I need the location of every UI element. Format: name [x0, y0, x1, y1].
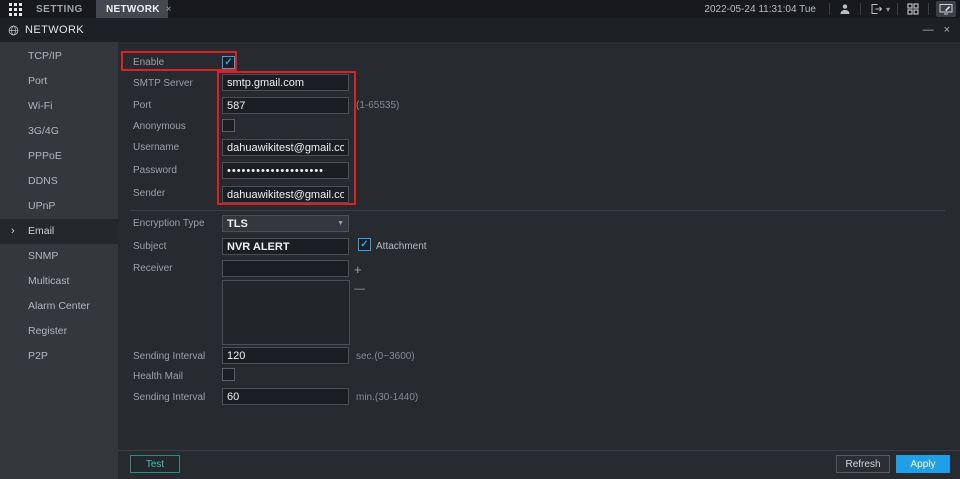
- setting-tab[interactable]: SETTING: [36, 4, 83, 15]
- datetime: 2022-05-24 11:31:04 Tue: [704, 3, 816, 15]
- sidebar-item-email[interactable]: › Email: [0, 219, 118, 244]
- password-input[interactable]: [222, 162, 349, 179]
- sidebar-item-upnp[interactable]: UPnP: [0, 194, 118, 219]
- enable-label: Enable: [133, 57, 165, 68]
- sidebar: TCP/IP Port Wi-Fi 3G/4G PPPoE DDNS UPnP …: [0, 42, 118, 479]
- divider: [897, 3, 898, 15]
- chevron-down-icon: ▼: [337, 220, 344, 227]
- subject-label: Subject: [133, 241, 167, 252]
- test-button[interactable]: Test: [130, 455, 180, 473]
- sidebar-item-pppoe[interactable]: PPPoE: [0, 144, 118, 169]
- check-icon: ✓: [224, 56, 233, 68]
- port-label: Port: [133, 100, 152, 111]
- divider: [928, 3, 929, 15]
- sending-interval-min-hint: min.(30-1440): [356, 392, 419, 403]
- minimize-icon[interactable]: —: [923, 24, 934, 36]
- sending-interval-sec-hint: sec.(0~3600): [356, 351, 415, 362]
- close-icon[interactable]: ×: [944, 24, 950, 36]
- anonymous-label: Anonymous: [133, 121, 186, 132]
- sending-interval-min-input[interactable]: [222, 388, 349, 405]
- add-receiver-button[interactable]: +: [354, 263, 362, 276]
- subject-input[interactable]: [222, 238, 349, 255]
- health-mail-label: Health Mail: [133, 371, 184, 382]
- selected-arrow-icon: ›: [11, 225, 15, 237]
- port-input[interactable]: [222, 97, 349, 114]
- page-title: NETWORK: [25, 24, 85, 36]
- smtp-server-label: SMTP Server: [133, 78, 193, 89]
- attachment-checkbox[interactable]: ✓: [358, 238, 371, 251]
- tab-network[interactable]: NETWORK ×: [96, 0, 172, 18]
- attachment-label: Attachment: [376, 241, 427, 252]
- encryption-type-select[interactable]: TLS ▼: [222, 215, 349, 232]
- annotation-box-server-settings: [217, 71, 356, 205]
- sidebar-item-alarm-center[interactable]: Alarm Center: [0, 294, 118, 319]
- sidebar-item-register[interactable]: Register: [0, 319, 118, 344]
- anonymous-checkbox[interactable]: [222, 119, 235, 132]
- top-bar: SETTING NETWORK × 2022-05-24 11:31:04 Tu…: [0, 0, 960, 18]
- sidebar-item-port[interactable]: Port: [0, 69, 118, 94]
- apply-button[interactable]: Apply: [896, 455, 950, 473]
- panel-header: NETWORK — ×: [0, 18, 960, 42]
- globe-icon: [8, 25, 19, 35]
- receiver-list[interactable]: [222, 280, 350, 345]
- remove-receiver-button[interactable]: —: [354, 284, 365, 295]
- sidebar-item-multicast[interactable]: Multicast: [0, 269, 118, 294]
- divider: [828, 3, 830, 15]
- sidebar-item-ddns[interactable]: DDNS: [0, 169, 118, 194]
- username-input[interactable]: [222, 139, 349, 156]
- panel-controls: — ×: [923, 18, 950, 42]
- encryption-type-label: Encryption Type: [133, 218, 205, 229]
- sender-label: Sender: [133, 188, 166, 199]
- footer-divider: [118, 450, 960, 451]
- sender-input[interactable]: [222, 186, 349, 203]
- sending-interval-sec-label: Sending Interval: [133, 351, 206, 362]
- port-hint: (1-65535): [356, 100, 400, 111]
- receiver-label: Receiver: [133, 263, 173, 274]
- chevron-down-icon[interactable]: ▾: [886, 5, 890, 14]
- check-icon: ✓: [360, 238, 369, 250]
- smtp-server-input[interactable]: [222, 74, 349, 91]
- sidebar-item-tcpip[interactable]: TCP/IP: [0, 44, 118, 69]
- sidebar-item-p2p[interactable]: P2P: [0, 344, 118, 369]
- password-label: Password: [133, 165, 177, 176]
- receiver-input[interactable]: [222, 260, 349, 277]
- sending-interval-sec-input[interactable]: [222, 347, 349, 364]
- sidebar-item-label: Email: [28, 225, 55, 237]
- sidebar-item-wifi[interactable]: Wi-Fi: [0, 94, 118, 119]
- logout-icon[interactable]: [868, 1, 884, 17]
- sidebar-item-3g4g[interactable]: 3G/4G: [0, 119, 118, 144]
- encryption-type-value: TLS: [227, 217, 248, 230]
- health-mail-checkbox[interactable]: [222, 368, 235, 381]
- tab-close-icon[interactable]: ×: [166, 4, 172, 15]
- apps-grid-icon[interactable]: [0, 0, 30, 18]
- divider: [859, 3, 861, 15]
- tab-network-label: NETWORK: [106, 3, 160, 15]
- enable-checkbox[interactable]: ✓: [222, 56, 235, 69]
- refresh-button[interactable]: Refresh: [836, 455, 890, 473]
- sidebar-item-snmp[interactable]: SNMP: [0, 244, 118, 269]
- sending-interval-min-label: Sending Interval: [133, 392, 206, 403]
- username-label: Username: [133, 142, 180, 153]
- screen-draw-icon[interactable]: [936, 1, 956, 17]
- topbar-right: 2022-05-24 11:31:04 Tue ▾: [704, 0, 956, 18]
- section-divider: [130, 210, 945, 211]
- user-icon[interactable]: [837, 1, 853, 17]
- grid-icon[interactable]: [905, 1, 921, 17]
